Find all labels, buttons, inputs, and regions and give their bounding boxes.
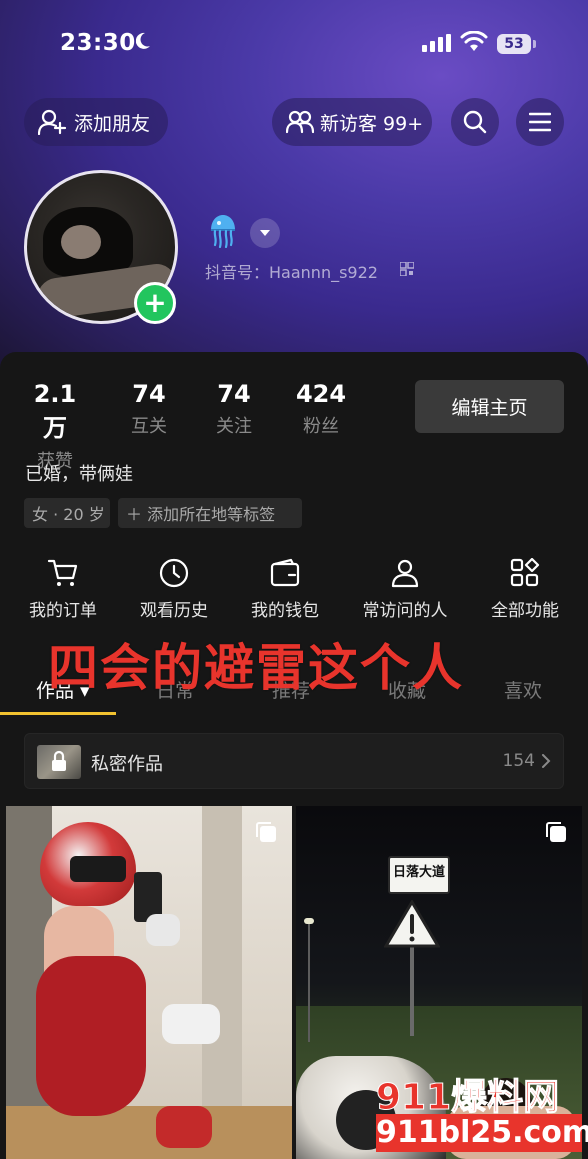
function-all[interactable]: 全部功能 — [470, 558, 580, 621]
stat-following[interactable]: 74 关注 — [207, 380, 261, 438]
jellyfish-icon — [211, 215, 235, 248]
chevron-right-icon — [542, 754, 551, 768]
gender-age-tag: 女 · 20 岁 — [24, 498, 110, 528]
search-button[interactable] — [451, 98, 499, 146]
hamburger-menu-icon — [529, 112, 551, 132]
lock-icon — [52, 750, 66, 771]
add-friend-label: 添加朋友 — [74, 112, 151, 135]
new-visitors-label: 新访客 99+ — [320, 112, 424, 135]
stat-following-label: 关注 — [216, 416, 252, 437]
douyin-id-label: 抖音号： — [205, 263, 270, 282]
new-visitors-button[interactable]: 新访客 99+ — [272, 98, 432, 146]
chevron-down-icon — [260, 230, 270, 236]
wallet-icon — [270, 558, 300, 587]
visitors-icon — [286, 110, 314, 134]
add-story-plus-icon[interactable]: + — [134, 282, 176, 324]
function-history[interactable]: 观看历史 — [119, 558, 229, 621]
douyin-id-value: Haannn_s922 — [269, 263, 378, 282]
watermark-logo-text: 911爆料网 — [375, 1077, 560, 1119]
search-icon — [463, 110, 487, 134]
function-all-label: 全部功能 — [491, 601, 559, 621]
warning-sign-icon — [384, 900, 440, 948]
function-frequent-visits[interactable]: 常访问的人 — [350, 558, 460, 621]
function-orders[interactable]: 我的订单 — [8, 558, 118, 621]
stat-mutual[interactable]: 74 互关 — [122, 380, 176, 438]
clock-icon — [159, 558, 189, 588]
watermark-url: 911bl25.com — [376, 1114, 588, 1152]
stat-mutual-label: 互关 — [131, 416, 167, 437]
function-history-label: 观看历史 — [140, 601, 208, 621]
private-works-label: 私密作品 — [91, 754, 163, 775]
battery-indicator: 53 — [497, 34, 537, 54]
moon-icon — [136, 32, 150, 49]
add-person-icon — [38, 109, 67, 135]
stat-followers-value: 424 — [295, 380, 347, 408]
function-wallet[interactable]: 我的钱包 — [230, 558, 340, 621]
overlay-caption: 四会的避雷这个人 — [48, 639, 464, 697]
private-works-row[interactable]: 私密作品 154 — [24, 733, 564, 789]
status-time: 23:30 — [60, 30, 136, 56]
tab-likes[interactable]: 喜欢 — [504, 676, 542, 703]
account-switch-dropdown[interactable] — [250, 218, 280, 248]
function-orders-label: 我的订单 — [29, 601, 97, 621]
road-sign: 日落大道 — [388, 856, 450, 894]
add-location-tag-button[interactable]: ＋ 添加所在地等标签 — [118, 498, 302, 528]
edit-profile-button[interactable]: 编辑主页 — [415, 380, 564, 433]
wifi-icon — [460, 31, 488, 51]
stat-likes-value: 2.1万 — [33, 380, 77, 442]
stat-following-value: 74 — [217, 380, 251, 408]
cart-icon — [47, 559, 78, 586]
function-wallet-label: 我的钱包 — [251, 601, 319, 621]
stat-followers-label: 粉丝 — [303, 416, 339, 437]
function-frequent-visits-label: 常访问的人 — [362, 601, 448, 621]
stat-mutual-value: 74 — [132, 380, 166, 408]
menu-button[interactable] — [516, 98, 564, 146]
signal-icon — [422, 34, 451, 52]
private-works-thumbnail — [37, 745, 81, 779]
battery-level: 53 — [497, 34, 531, 54]
person-icon — [391, 559, 419, 588]
bio-text: 已婚，带俩娃 — [25, 464, 133, 485]
private-works-count: 154 — [502, 751, 535, 771]
multi-image-icon — [256, 822, 276, 842]
stat-followers[interactable]: 424 粉丝 — [290, 380, 352, 438]
add-friend-button[interactable]: 添加朋友 — [24, 98, 168, 146]
active-tab-indicator — [0, 712, 116, 715]
qr-code-icon[interactable] — [400, 262, 414, 276]
grid-icon — [510, 558, 540, 587]
multi-image-icon — [546, 822, 566, 842]
post-thumbnail[interactable] — [6, 806, 292, 1159]
douyin-id[interactable]: 抖音号：Haannn_s922 — [205, 259, 378, 283]
